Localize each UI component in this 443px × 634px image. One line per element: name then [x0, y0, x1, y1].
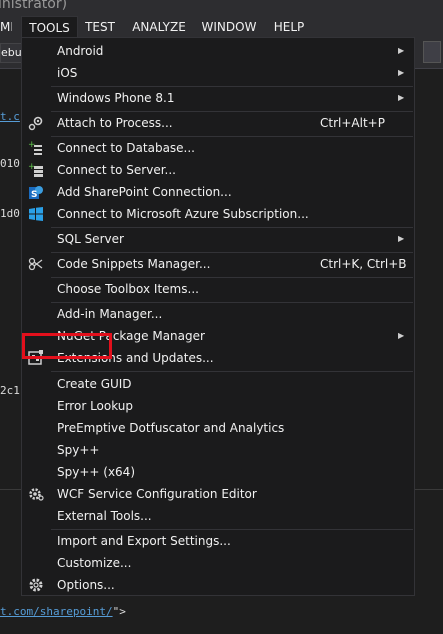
- menu-item-ios[interactable]: iOS ▶: [22, 62, 414, 84]
- editor-text-fragment: 1d0: [0, 207, 20, 220]
- menu-item-windows-phone[interactable]: Windows Phone 8.1 ▶: [22, 87, 414, 109]
- menu-item-choose-toolbox-items[interactable]: Choose Toolbox Items...: [22, 278, 414, 300]
- menu-item-preemptive-dotfuscator[interactable]: PreEmptive Dotfuscator and Analytics: [22, 417, 414, 439]
- editor-text-fragment: 2c1: [0, 384, 20, 397]
- menu-item-add-in-manager[interactable]: Add-in Manager...: [22, 303, 414, 325]
- menu-tools[interactable]: TOOLS: [21, 16, 78, 38]
- code-snippets-icon: [28, 256, 44, 272]
- menu-item-attach-to-process[interactable]: Attach to Process... Ctrl+Alt+P: [22, 112, 414, 134]
- menu-test[interactable]: TEST: [80, 16, 120, 38]
- menu-item-sql-server[interactable]: SQL Server ▶: [22, 228, 414, 250]
- create-guid-highlight-box: [22, 333, 112, 359]
- menu-window[interactable]: WINDOW: [198, 16, 260, 38]
- submenu-arrow-icon: ▶: [398, 234, 405, 243]
- menu-item-connect-to-server[interactable]: + Connect to Server...: [22, 159, 414, 181]
- connect-server-icon: +: [28, 162, 44, 178]
- menu-item-code-snippets-manager[interactable]: Code Snippets Manager... Ctrl+K, Ctrl+B: [22, 253, 414, 275]
- menu-item-connect-azure[interactable]: Connect to Microsoft Azure Subscription.…: [22, 203, 414, 225]
- submenu-arrow-icon: ▶: [398, 68, 405, 77]
- shortcut-text: Ctrl+Alt+P: [320, 116, 385, 130]
- shortcut-text: Ctrl+K, Ctrl+B: [320, 257, 407, 271]
- menu-item-android[interactable]: Android ▶: [22, 40, 414, 62]
- submenu-arrow-icon: ▶: [398, 46, 405, 55]
- menu-item-customize[interactable]: Customize...: [22, 552, 414, 574]
- window-title-bar: inistrator): [0, 0, 443, 16]
- menu-item-spy-plus-plus[interactable]: Spy++: [22, 439, 414, 461]
- menu-item-import-export-settings[interactable]: Import and Export Settings...: [22, 530, 414, 552]
- submenu-arrow-icon: ▶: [398, 93, 405, 102]
- svg-text:S: S: [31, 190, 37, 200]
- wcf-gear-icon: [28, 486, 44, 502]
- windows-azure-icon: [28, 206, 44, 222]
- menu-xml[interactable]: ML: [0, 16, 12, 38]
- toolbar-button[interactable]: [423, 41, 441, 63]
- menu-separator: [51, 371, 413, 372]
- menu-item-spy-plus-plus-x64[interactable]: Spy++ (x64): [22, 461, 414, 483]
- menu-item-create-guid[interactable]: Create GUID: [22, 373, 414, 395]
- connect-database-icon: +: [28, 140, 44, 156]
- submenu-arrow-icon: ▶: [398, 331, 405, 340]
- tools-dropdown-menu: Android ▶ iOS ▶ Windows Phone 8.1 ▶ Atta…: [21, 37, 415, 596]
- editor-text-fragment: t.c: [0, 110, 20, 123]
- options-gear-icon: [28, 577, 44, 593]
- editor-text-fragment: 010: [0, 157, 20, 170]
- menu-item-connect-to-database[interactable]: + Connect to Database...: [22, 137, 414, 159]
- sharepoint-icon: S: [28, 184, 44, 200]
- menu-bar: ML TOOLS TEST ANALYZE WINDOW HELP: [0, 16, 443, 38]
- menu-item-error-lookup[interactable]: Error Lookup: [22, 395, 414, 417]
- menu-item-wcf-service-configuration-editor[interactable]: WCF Service Configuration Editor: [22, 483, 414, 505]
- menu-analyze[interactable]: ANALYZE: [127, 16, 191, 38]
- menu-item-add-sharepoint-connection[interactable]: S Add SharePoint Connection...: [22, 181, 414, 203]
- editor-bottom-line: t.com/sharepoint/">: [0, 605, 126, 618]
- attach-process-icon: [28, 115, 44, 131]
- menu-item-external-tools[interactable]: External Tools...: [22, 505, 414, 527]
- window-title: inistrator): [0, 0, 68, 12]
- menu-item-options[interactable]: Options...: [22, 574, 414, 596]
- menu-help[interactable]: HELP: [267, 16, 311, 38]
